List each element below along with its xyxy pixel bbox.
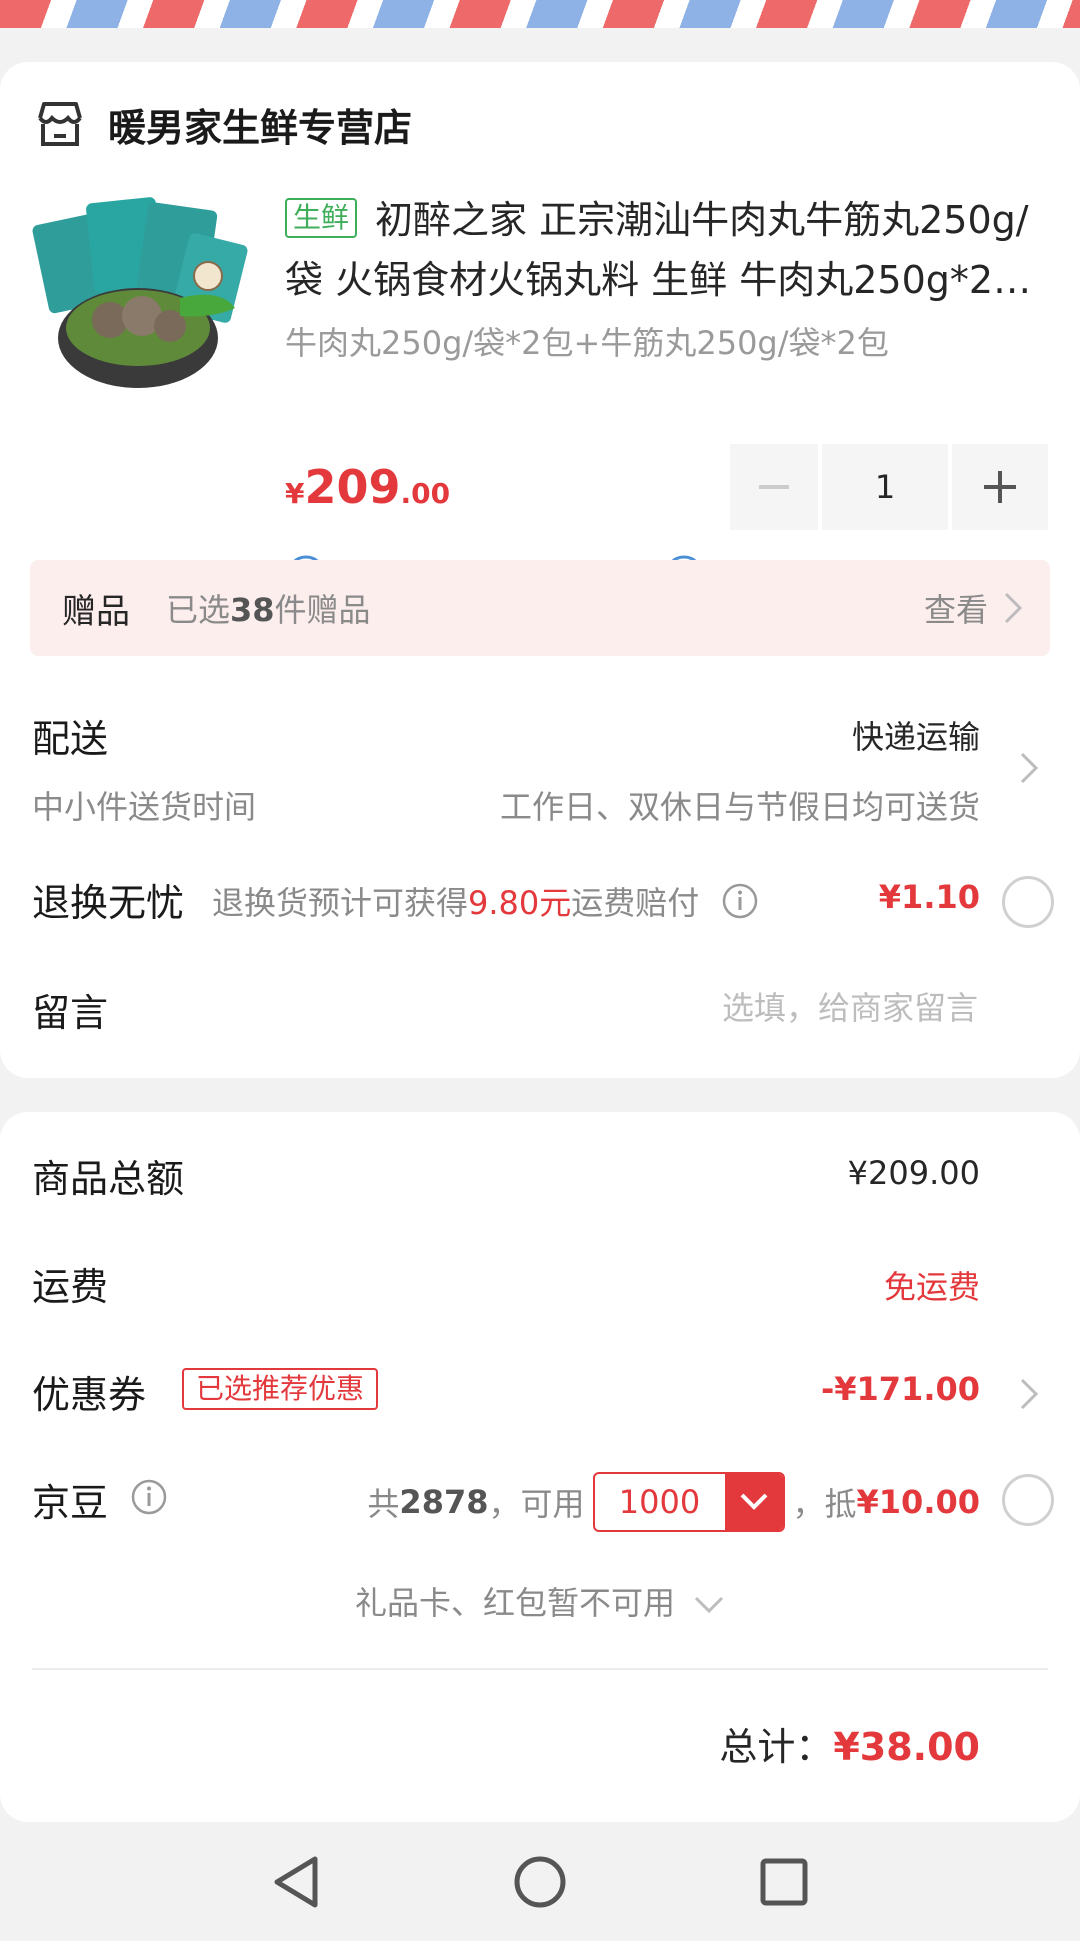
recents-square-icon (760, 1858, 808, 1905)
order-summary-card: 商品总额 ¥209.00 运费 免运费 优惠券 已选推荐优惠 -¥171.00 … (0, 1112, 1080, 1822)
return-service-radio[interactable] (1002, 876, 1054, 928)
info-icon[interactable] (130, 1478, 168, 1516)
home-circle-icon (514, 1856, 566, 1907)
order-item-card: 暖男家生鲜专营店 生鲜 初醉之家 正宗潮汕牛肉丸牛筋丸250g/袋 火锅食材火锅丸… (0, 62, 1080, 1078)
store-icon (38, 102, 82, 146)
back-triangle-icon (274, 1856, 318, 1907)
product-thumbnail[interactable] (30, 188, 252, 410)
message-input[interactable] (476, 988, 980, 1028)
gift-row[interactable]: 赠品 已选38件赠品 查看 (30, 560, 1050, 656)
plus-icon (984, 471, 1016, 503)
chevron-down-icon (740, 1493, 767, 1510)
airmail-border (0, 0, 1080, 28)
return-service-desc: 退换货预计可获得 9.80元 运费赔付 (212, 878, 759, 924)
order-total: 总计：¥38.00 (719, 1716, 980, 1771)
fresh-tag: 生鲜 (285, 198, 358, 238)
return-compensation-amount: 9.80元 (468, 884, 572, 922)
chevron-right-icon (1004, 592, 1023, 624)
delivery-method[interactable]: 快递运输 (852, 712, 980, 758)
chevron-right-icon[interactable] (1018, 1376, 1040, 1412)
beans-usage: 共 2878 ，可用 1000 ，抵 ¥10.00 (367, 1472, 980, 1532)
system-navigation-bar (0, 1822, 1080, 1941)
gift-count: 38 (230, 591, 275, 629)
divider (32, 1668, 1048, 1670)
gift-selected-text: 已选38件赠品 (166, 591, 371, 629)
message-label: 留言 (32, 991, 109, 1035)
goods-total-value: ¥209.00 (847, 1154, 980, 1192)
store-name: 暖男家生鲜专营店 (108, 105, 413, 150)
coupon-label: 优惠券 (32, 1373, 147, 1417)
beans-radio[interactable] (1002, 1474, 1054, 1526)
return-service-price: ¥1.10 (878, 878, 980, 916)
coupon-value[interactable]: -¥171.00 (821, 1370, 980, 1408)
back-button[interactable] (266, 1852, 326, 1912)
delivery-label: 配送 (32, 717, 109, 761)
info-icon[interactable] (721, 882, 759, 920)
beans-deduct-value: ¥10.00 (856, 1483, 980, 1521)
price-currency: ¥ (285, 477, 305, 510)
giftcard-unavailable[interactable]: 礼品卡、红包暂不可用 (0, 1578, 1080, 1624)
beans-total: 2878 (399, 1483, 489, 1521)
product-info[interactable]: 生鲜 初醉之家 正宗潮汕牛肉丸牛筋丸250g/袋 火锅食材火锅丸料 生鲜 牛肉丸2… (285, 190, 1055, 364)
beans-label: 京豆 (32, 1481, 109, 1525)
beans-amount-select[interactable]: 1000 (592, 1472, 785, 1532)
return-service-label: 退换无忧 (32, 881, 185, 925)
beans-selected-value[interactable]: 1000 (595, 1474, 725, 1530)
minus-icon (759, 485, 789, 489)
home-button[interactable] (510, 1852, 570, 1912)
total-label: 总计： (719, 1725, 834, 1769)
shipping-label: 运费 (32, 1265, 109, 1309)
decrease-button[interactable] (730, 444, 818, 530)
goods-total-label: 商品总额 (32, 1157, 185, 1201)
recents-button[interactable] (754, 1852, 814, 1912)
store-header[interactable]: 暖男家生鲜专营店 (32, 96, 412, 152)
coupon-tag: 已选推荐优惠 (182, 1368, 379, 1410)
gift-label: 赠品 (62, 591, 130, 632)
delivery-time-label: 中小件送货时间 (32, 788, 257, 826)
product-spec: 牛肉丸250g/袋*2包+牛筋丸250g/袋*2包 (285, 324, 889, 362)
product-title: 生鲜 初醉之家 正宗潮汕牛肉丸牛筋丸250g/袋 火锅食材火锅丸料 生鲜 牛肉丸2… (285, 190, 1055, 310)
price-decimal: .00 (400, 477, 451, 510)
shipping-value: 免运费 (883, 1268, 980, 1306)
gift-view-link[interactable]: 查看 (924, 585, 1024, 631)
quantity-stepper: 1 (730, 444, 1048, 530)
increase-button[interactable] (952, 444, 1048, 530)
product-price: ¥209.00 (285, 460, 450, 514)
total-value: ¥38.00 (833, 1725, 980, 1769)
quantity-value[interactable]: 1 (822, 444, 948, 530)
delivery-time-value: 工作日、双休日与节假日均可送货 (499, 788, 980, 826)
chevron-down-icon (694, 1596, 724, 1614)
beans-dropdown-button[interactable] (724, 1474, 783, 1530)
chevron-right-icon[interactable] (1018, 750, 1040, 786)
price-integer: 209 (304, 460, 401, 514)
product-title-text: 初醉之家 正宗潮汕牛肉丸牛筋丸250g/袋 火锅食材火锅丸料 生鲜 牛肉丸250… (285, 198, 1032, 302)
